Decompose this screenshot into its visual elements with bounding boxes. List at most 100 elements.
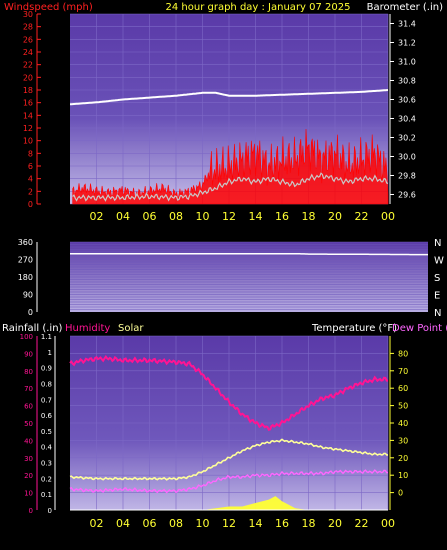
hour-tick-label: 16 bbox=[275, 210, 289, 223]
baro-tick-label: 31.4 bbox=[398, 20, 416, 29]
baro-tick-label: 29.8 bbox=[398, 172, 416, 181]
rainfall-title: Rainfall (.in) bbox=[2, 323, 63, 334]
temp-tick-label: 10 bbox=[398, 471, 408, 480]
direction-tick-label: 90 bbox=[23, 291, 33, 300]
hour-tick-label: 22 bbox=[355, 210, 369, 223]
percent-tick-label: 0 bbox=[29, 507, 33, 515]
hour-tick-label: 10 bbox=[196, 210, 210, 223]
percent-tick-label: 30 bbox=[24, 455, 33, 463]
hour-tick-label: 02 bbox=[90, 210, 104, 223]
direction-tick-label: 180 bbox=[18, 273, 33, 282]
rain-tick-label: 0.8 bbox=[41, 380, 52, 388]
wind-tick-label: 12 bbox=[23, 124, 33, 133]
hour-tick-label: 18 bbox=[302, 517, 316, 530]
rain-tick-label: 1 bbox=[48, 349, 52, 357]
rain-tick-label: 0.3 bbox=[41, 460, 52, 468]
hour-tick-label: 02 bbox=[90, 517, 104, 530]
wind-tick-label: 16 bbox=[23, 99, 33, 108]
solar-title: Solar bbox=[118, 323, 144, 334]
wind-tick-label: 4 bbox=[28, 175, 33, 184]
rain-tick-label: 0 bbox=[48, 507, 52, 515]
wind-tick-label: 6 bbox=[28, 162, 33, 171]
wind-tick-label: 30 bbox=[23, 10, 33, 19]
percent-tick-label: 50 bbox=[24, 420, 33, 428]
hour-tick-label: 12 bbox=[222, 517, 236, 530]
hour-tick-label: 10 bbox=[196, 517, 210, 530]
direction-tick-label: 360 bbox=[18, 238, 33, 247]
percent-tick-label: 40 bbox=[24, 437, 33, 445]
hour-tick-label: 20 bbox=[328, 517, 342, 530]
baro-tick-label: 30.8 bbox=[398, 77, 416, 86]
windspeed-title: Windspeed (mph) bbox=[4, 2, 93, 13]
hour-tick-label: 04 bbox=[116, 517, 130, 530]
graph-date-title: 24 hour graph day : January 07 2025 bbox=[166, 2, 351, 13]
wind-tick-label: 24 bbox=[23, 48, 33, 57]
rain-tick-label: 0.9 bbox=[41, 365, 52, 373]
hour-tick-label: 04 bbox=[116, 210, 130, 223]
wind-tick-label: 10 bbox=[23, 137, 33, 146]
temp-tick-label: 60 bbox=[398, 384, 408, 393]
percent-tick-label: 20 bbox=[24, 472, 33, 480]
percent-tick-label: 80 bbox=[24, 368, 33, 376]
hour-tick-label: 22 bbox=[355, 517, 369, 530]
compass-label: E bbox=[434, 291, 440, 302]
temp-tick-label: 30 bbox=[398, 436, 408, 445]
hour-tick-label: 12 bbox=[222, 210, 236, 223]
rain-tick-label: 0.6 bbox=[41, 412, 53, 420]
wind-tick-label: 20 bbox=[23, 73, 33, 82]
weather-graph: Windspeed (mph) 24 hour graph day : Janu… bbox=[2, 2, 447, 530]
hour-tick-label: 08 bbox=[169, 517, 183, 530]
wind-tick-label: 2 bbox=[28, 187, 33, 196]
hour-tick-label: 06 bbox=[143, 210, 157, 223]
rain-tick-label: 1.1 bbox=[41, 333, 52, 341]
temp-tick-label: 70 bbox=[398, 367, 408, 376]
baro-tick-label: 30.0 bbox=[398, 153, 416, 162]
wind-tick-label: 22 bbox=[23, 61, 33, 70]
temp-tick-label: 50 bbox=[398, 402, 408, 411]
humidity-title: Humidity bbox=[65, 323, 110, 334]
hour-tick-label: 06 bbox=[143, 517, 157, 530]
percent-tick-label: 70 bbox=[24, 385, 33, 393]
temp-tick-label: 0 bbox=[398, 489, 403, 498]
compass-label: N bbox=[434, 238, 441, 249]
hour-tick-label: 16 bbox=[275, 517, 289, 530]
baro-tick-label: 30.2 bbox=[398, 134, 416, 143]
baro-tick-label: 29.6 bbox=[398, 191, 416, 200]
hour-tick-label: 18 bbox=[302, 210, 316, 223]
hour-tick-label: 00 bbox=[381, 210, 395, 223]
temperature-title: Temperature (°F) bbox=[311, 323, 397, 334]
dewpoint-title: Dew Point ( bbox=[392, 323, 447, 334]
rain-tick-label: 0.1 bbox=[41, 491, 52, 499]
baro-tick-label: 30.4 bbox=[398, 115, 416, 124]
hour-tick-label: 14 bbox=[249, 210, 263, 223]
wind-tick-label: 14 bbox=[23, 111, 33, 120]
percent-tick-label: 60 bbox=[24, 403, 33, 411]
rain-tick-label: 0.4 bbox=[41, 444, 53, 452]
rain-tick-label: 0.5 bbox=[41, 428, 52, 436]
compass-label: S bbox=[434, 273, 440, 284]
hour-tick-label: 00 bbox=[381, 517, 395, 530]
temp-tick-label: 80 bbox=[398, 349, 408, 358]
hour-tick-label: 08 bbox=[169, 210, 183, 223]
rain-tick-label: 0.2 bbox=[41, 475, 52, 483]
percent-tick-label: 10 bbox=[24, 490, 33, 498]
baro-tick-label: 31.0 bbox=[398, 58, 416, 67]
direction-tick-label: 270 bbox=[18, 256, 33, 265]
hour-tick-label: 14 bbox=[249, 517, 263, 530]
wind-tick-label: 8 bbox=[28, 149, 33, 158]
percent-tick-label: 90 bbox=[24, 350, 33, 358]
wind-tick-label: 18 bbox=[23, 86, 33, 95]
compass-label: N bbox=[434, 308, 441, 319]
percent-tick-label: 100 bbox=[20, 333, 33, 341]
wind-tick-label: 26 bbox=[23, 35, 33, 44]
direction-tick-label: 0 bbox=[28, 308, 33, 317]
baro-tick-label: 31.2 bbox=[398, 39, 416, 48]
baro-tick-label: 30.6 bbox=[398, 96, 416, 105]
wind-tick-label: 28 bbox=[23, 23, 33, 32]
hour-tick-label: 20 bbox=[328, 210, 342, 223]
barometer-title: Barometer (.in) bbox=[367, 2, 443, 13]
rain-tick-label: 0.7 bbox=[41, 396, 52, 404]
compass-label: W bbox=[434, 256, 444, 267]
temp-tick-label: 20 bbox=[398, 454, 408, 463]
temp-tick-label: 40 bbox=[398, 419, 408, 428]
